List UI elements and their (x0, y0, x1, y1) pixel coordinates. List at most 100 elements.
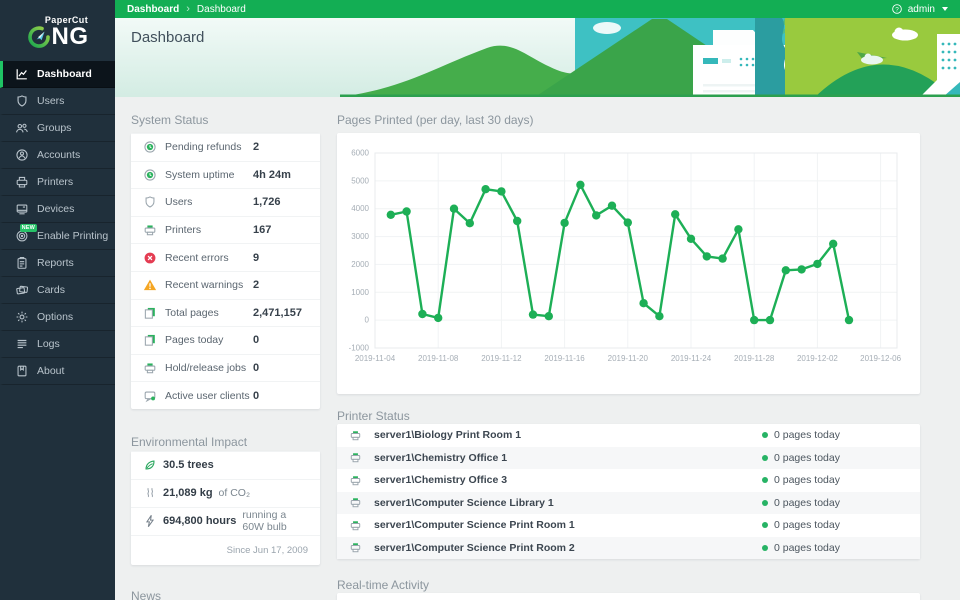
papercut-logo[interactable]: PaperCut NG (0, 0, 115, 60)
sidebar-item[interactable]: Devices (0, 196, 115, 223)
printer-row[interactable]: server1\Computer Science Print Room 2 0 … (337, 537, 920, 560)
printer-row[interactable]: server1\Chemistry Office 1 0 pages today (337, 447, 920, 470)
new-badge: NEW (20, 224, 37, 232)
breadcrumb-root[interactable]: Dashboard (127, 4, 179, 15)
printer-name[interactable]: server1\Computer Science Print Room 2 (374, 542, 575, 554)
sidebar-item-label: Dashboard (37, 68, 92, 80)
sidebar-item-label: Reports (37, 257, 74, 269)
printer-row-icon (349, 496, 362, 509)
clock-icon (143, 168, 157, 182)
printer-row-icon (349, 451, 362, 464)
pages-printed-chart: -100001000200030004000500060002019-11-04… (349, 141, 908, 382)
realtime-activity-panel (337, 593, 920, 600)
svg-text:3000: 3000 (351, 232, 369, 241)
printer-row[interactable]: server1\Chemistry Office 3 0 pages today (337, 469, 920, 492)
printer-pages-today: 0 pages today (774, 542, 840, 554)
sidebar-item[interactable]: About (0, 358, 115, 385)
printer-green-icon (143, 223, 157, 237)
sidebar-item-label: Enable Printing (37, 230, 108, 242)
status-label: Users (165, 196, 253, 208)
printer-status-list: server1\Biology Print Room 1 0 pages tod… (337, 424, 920, 559)
system-status-row: Total pages 2,471,157 (131, 299, 320, 327)
printer-pages-today: 0 pages today (774, 429, 840, 441)
printer-row-icon (349, 519, 362, 532)
sidebar-item-label: About (37, 365, 64, 377)
status-value: 2 (253, 141, 259, 153)
users-icon (15, 94, 29, 108)
breadcrumb-current[interactable]: Dashboard (197, 4, 246, 15)
error-icon (143, 251, 157, 265)
sidebar-item[interactable]: Groups (0, 115, 115, 142)
svg-text:2019-11-28: 2019-11-28 (734, 354, 775, 363)
environment-value: 694,800 hours (163, 515, 236, 527)
user-menu[interactable]: ? admin (891, 3, 948, 15)
news-header: News (131, 589, 320, 600)
svg-text:2019-11-16: 2019-11-16 (544, 354, 585, 363)
co2-icon (143, 486, 157, 500)
printer-row-icon (349, 474, 362, 487)
sidebar-item[interactable]: Cards (0, 277, 115, 304)
status-label: Recent errors (165, 252, 253, 264)
sidebar-item[interactable]: Users (0, 88, 115, 115)
printer-pages-today: 0 pages today (774, 497, 840, 509)
main-content: System Status Pending refunds 2 System u… (115, 97, 960, 600)
dashboard-icon (15, 67, 29, 81)
printer-name[interactable]: server1\Biology Print Room 1 (374, 429, 521, 441)
printer-green-icon (143, 361, 157, 375)
status-label: Hold/release jobs (165, 362, 253, 374)
printer-pages-today: 0 pages today (774, 474, 840, 486)
printer-row[interactable]: server1\Computer Science Print Room 1 0 … (337, 514, 920, 537)
sidebar-item[interactable]: Logs (0, 331, 115, 358)
status-value: 0 (253, 390, 259, 402)
svg-text:2019-11-12: 2019-11-12 (481, 354, 522, 363)
sidebar-nav: Dashboard Users Groups (0, 61, 115, 385)
sidebar-item[interactable]: Dashboard (0, 61, 115, 88)
papercut-g-logo-icon (27, 25, 51, 49)
reports-icon (15, 256, 29, 270)
sidebar-item-label: Accounts (37, 149, 80, 161)
realtime-activity-header: Real-time Activity (337, 578, 920, 592)
warning-icon (143, 278, 157, 292)
sidebar-item[interactable]: NEW Enable Printing (0, 223, 115, 250)
status-ok-dot (762, 522, 768, 528)
printer-row[interactable]: server1\Computer Science Library 1 0 pag… (337, 492, 920, 515)
printer-row[interactable]: server1\Biology Print Room 1 0 pages tod… (337, 424, 920, 447)
banner: Dashboard (115, 18, 960, 97)
accounts-icon (15, 148, 29, 162)
pages-printed-panel: -100001000200030004000500060002019-11-04… (337, 133, 920, 394)
printer-pages-today: 0 pages today (774, 519, 840, 531)
status-value: 2,471,157 (253, 307, 302, 319)
printer-name[interactable]: server1\Computer Science Print Room 1 (374, 519, 575, 531)
environment-value: 21,089 kg (163, 487, 213, 499)
help-icon[interactable]: ? (891, 3, 903, 15)
user-icon (143, 195, 157, 209)
status-value: 0 (253, 334, 259, 346)
system-status-row: Users 1,726 (131, 188, 320, 216)
sidebar-item[interactable]: Printers (0, 169, 115, 196)
system-status-row: Active user clients 0 (131, 381, 320, 409)
svg-text:5000: 5000 (351, 176, 369, 185)
user-name[interactable]: admin (908, 4, 935, 15)
system-status-row: Recent errors 9 (131, 243, 320, 271)
environment-row: 21,089 kg of CO₂ (131, 479, 320, 507)
svg-text:?: ? (895, 6, 899, 13)
svg-text:-1000: -1000 (349, 344, 370, 353)
printer-name[interactable]: server1\Chemistry Office 1 (374, 452, 507, 464)
environment-label: running a 60W bulb (242, 509, 308, 533)
svg-text:6000: 6000 (351, 149, 369, 158)
sidebar-item[interactable]: Accounts (0, 142, 115, 169)
sidebar-item-label: Printers (37, 176, 73, 188)
printer-row-icon (349, 541, 362, 554)
status-label: Pending refunds (165, 141, 253, 153)
gear-icon (15, 310, 29, 324)
sidebar-item[interactable]: Options (0, 304, 115, 331)
printer-name[interactable]: server1\Chemistry Office 3 (374, 474, 507, 486)
sidebar-item[interactable]: Reports (0, 250, 115, 277)
printer-row-icon (349, 429, 362, 442)
logs-icon (15, 337, 29, 351)
status-label: System uptime (165, 169, 253, 181)
status-ok-dot (762, 477, 768, 483)
printer-name[interactable]: server1\Computer Science Library 1 (374, 497, 554, 509)
environment-value: 30.5 trees (163, 459, 214, 471)
system-status-row: Recent warnings 2 (131, 271, 320, 299)
